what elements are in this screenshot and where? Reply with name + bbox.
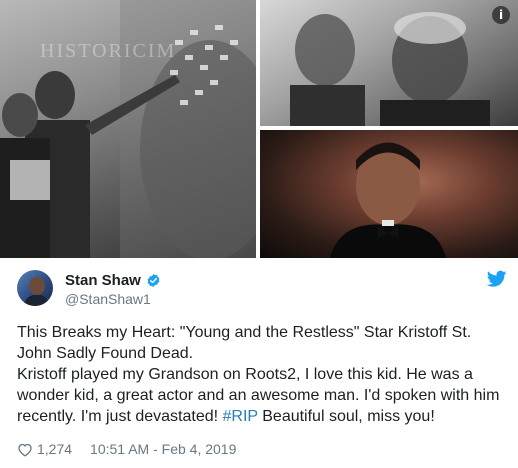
tweet-timestamp[interactable]: 10:51 AM - Feb 4, 2019 — [90, 441, 236, 457]
tweet-author[interactable]: Stan Shaw @StanShaw1 — [17, 270, 507, 316]
historic-photo-left[interactable]: HISTORICIM — [0, 0, 256, 258]
tweet-media-grid[interactable]: HISTORICIM i — [0, 0, 518, 258]
display-name[interactable]: Stan Shaw — [65, 272, 141, 289]
hashtag-link[interactable]: #RIP — [223, 408, 258, 425]
tweet-line-1: This Breaks my Heart: "Young and the Res… — [17, 324, 472, 362]
user-handle[interactable]: @StanShaw1 — [65, 291, 151, 307]
twitter-bird-icon[interactable] — [487, 270, 507, 288]
portrait-photo-bottom-right[interactable] — [260, 130, 518, 258]
watermark-text: HISTORICIM — [40, 40, 177, 62]
tweet-closing: Beautiful soul, miss you! — [257, 408, 435, 425]
avatar[interactable] — [17, 270, 53, 306]
tweet-meta: 1,274 10:51 AM - Feb 4, 2019 — [17, 441, 236, 457]
heart-icon[interactable] — [17, 442, 33, 457]
verified-badge-icon — [147, 273, 160, 288]
tweet-text: This Breaks my Heart: "Young and the Res… — [17, 322, 505, 427]
like-count[interactable]: 1,274 — [37, 441, 72, 457]
info-icon[interactable]: i — [492, 6, 510, 24]
tweet-line-2: Kristoff played my Grandson on Roots2, I… — [17, 364, 505, 427]
portrait-photo-top-right[interactable]: i — [260, 0, 518, 126]
